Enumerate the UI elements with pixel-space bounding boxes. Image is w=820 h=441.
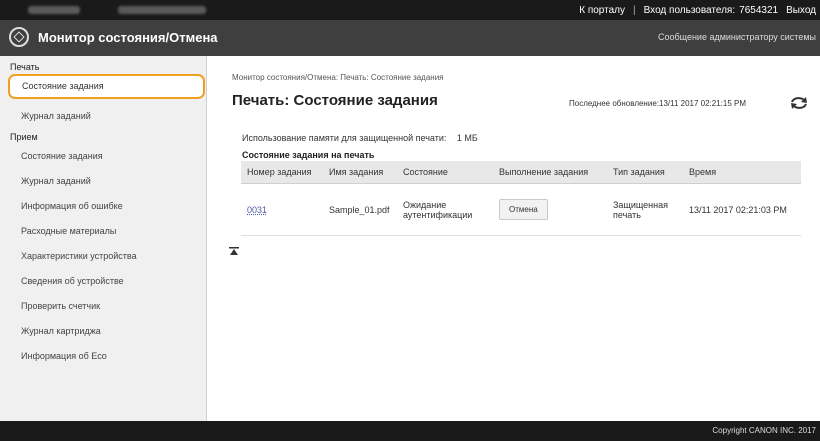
sidebar-section-print: Печать xyxy=(10,62,40,72)
job-number-link[interactable]: 0031 xyxy=(247,205,267,215)
app-header: Монитор состояния/Отмена Сообщение админ… xyxy=(0,20,820,56)
app-logo-icon xyxy=(9,27,29,47)
job-time-cell: 13/11 2017 02:21:03 PM xyxy=(683,183,801,236)
column-header: Состояние xyxy=(397,161,493,184)
column-header: Время xyxy=(683,161,801,184)
column-header: Имя задания xyxy=(323,161,397,184)
column-header: Выполнение задания xyxy=(493,161,607,184)
sidebar-item-consumables[interactable]: Расходные материалы xyxy=(0,219,206,244)
cancel-button[interactable]: Отмена xyxy=(499,199,548,220)
memory-usage: Использование памяти для защищенной печа… xyxy=(242,133,478,143)
blurred-text xyxy=(118,6,206,14)
memory-label: Использование памяти для защищенной печа… xyxy=(242,133,447,143)
sidebar: Печать Состояние задания Журнал заданий … xyxy=(0,56,207,421)
top-bar: К порталу | Вход пользователя: 7654321 В… xyxy=(0,0,820,20)
main-content: Монитор состояния/Отмена: Печать: Состоя… xyxy=(207,56,820,421)
job-action-cell: Отмена xyxy=(493,183,607,236)
sidebar-item-receive-job-status[interactable]: Состояние задания xyxy=(0,144,206,169)
logout-link[interactable]: Выход xyxy=(786,5,816,16)
last-updated: Последнее обновление:13/11 2017 02:21:15… xyxy=(569,99,747,108)
copyright: Copyright CANON INC. 2017 xyxy=(712,426,816,435)
job-type-cell: Защищенная печать xyxy=(607,183,683,236)
memory-value: 1 МБ xyxy=(456,133,478,143)
sidebar-section-receive: Прием xyxy=(10,132,38,142)
app-title: Монитор состояния/Отмена xyxy=(38,30,218,45)
refresh-icon[interactable] xyxy=(790,96,808,110)
sidebar-item-cartridge-log[interactable]: Журнал картриджа xyxy=(0,319,206,344)
footer: Copyright CANON INC. 2017 xyxy=(0,421,820,441)
job-status-table: Номер задания Имя задания Состояние Выпо… xyxy=(241,161,801,236)
sidebar-item-check-counter[interactable]: Проверить счетчик xyxy=(0,294,206,319)
top-links: К порталу | Вход пользователя: 7654321 В… xyxy=(571,0,816,20)
job-status-cell: Ожидание аутентификации xyxy=(397,183,493,236)
sidebar-item-receive-job-log[interactable]: Журнал заданий xyxy=(0,169,206,194)
column-header: Тип задания xyxy=(607,161,683,184)
refresh-icon-graphic xyxy=(791,97,807,109)
sidebar-item-error-info[interactable]: Информация об ошибке xyxy=(0,194,206,219)
scroll-to-top-icon[interactable] xyxy=(229,247,239,259)
sidebar-item-device-info[interactable]: Сведения об устройстве xyxy=(0,269,206,294)
table-row: 0031 Sample_01.pdf Ожидание аутентификац… xyxy=(241,183,801,236)
portal-link[interactable]: К порталу xyxy=(579,5,625,16)
sidebar-item-print-job-log[interactable]: Журнал заданий xyxy=(0,104,206,129)
table-caption: Состояние задания на печать xyxy=(242,150,375,160)
page-title: Печать: Состояние задания xyxy=(232,92,438,109)
table-header-row: Номер задания Имя задания Состояние Выпо… xyxy=(241,161,801,184)
admin-message-link[interactable]: Сообщение администратору системы xyxy=(658,32,816,42)
job-name-cell: Sample_01.pdf xyxy=(323,183,397,236)
breadcrumb: Монитор состояния/Отмена: Печать: Состоя… xyxy=(232,73,444,82)
user-label: Вход пользователя: xyxy=(643,4,736,16)
blurred-text xyxy=(28,6,80,14)
job-number-cell: 0031 xyxy=(241,183,323,236)
sidebar-item-device-features[interactable]: Характеристики устройства xyxy=(0,244,206,269)
sidebar-item-print-job-status[interactable]: Состояние задания xyxy=(8,74,205,99)
column-header: Номер задания xyxy=(241,161,323,184)
user-id: 7654321 xyxy=(739,4,779,16)
scroll-to-top-icon-graphic xyxy=(229,247,239,255)
sidebar-item-eco-info[interactable]: Информация об Eco xyxy=(0,344,206,369)
separator: | xyxy=(633,4,636,16)
